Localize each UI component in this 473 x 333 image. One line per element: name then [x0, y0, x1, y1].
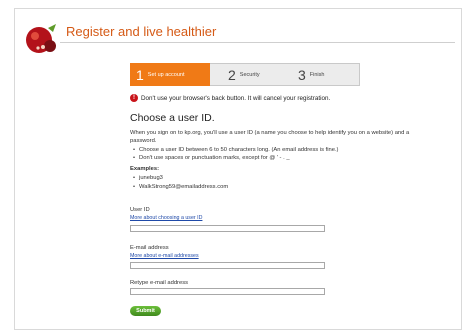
- rule-text: Don't use spaces or punctuation marks, e…: [139, 155, 290, 161]
- step-label: Set up account: [147, 71, 185, 78]
- intro-text: When you sign on to kp.org, you'll use a…: [130, 130, 410, 144]
- example-item: • junebug3: [133, 175, 163, 181]
- rule-item: • Choose a user ID between 6 to 50 charac…: [133, 147, 339, 153]
- page-title: Register and live healthier: [66, 24, 217, 39]
- title-divider: [60, 42, 455, 43]
- step-number: 1: [136, 66, 144, 83]
- step-security: 2 Security: [210, 63, 290, 86]
- example-text: WalkStrong59@emailaddress.com: [139, 184, 229, 190]
- userid-label: User ID: [130, 207, 150, 213]
- examples-label: Examples:: [130, 166, 159, 172]
- step-label: Finish: [309, 71, 325, 78]
- retype-email-input[interactable]: [130, 288, 325, 295]
- userid-help-link[interactable]: More about choosing a user ID: [130, 215, 202, 221]
- example-text: junebug3: [139, 175, 163, 181]
- step-number: 2: [228, 66, 236, 83]
- retype-email-label: Retype e-mail address: [130, 280, 188, 286]
- step-number: 3: [298, 66, 306, 83]
- email-label: E-mail address: [130, 245, 169, 251]
- userid-input[interactable]: [130, 225, 325, 232]
- pomegranate-logo-icon: [26, 24, 56, 53]
- page-frame: [14, 8, 462, 330]
- example-item: • WalkStrong59@emailaddress.com: [133, 184, 229, 190]
- warning-icon: !: [130, 94, 138, 102]
- section-heading: Choose a user ID.: [130, 112, 215, 124]
- email-help-link[interactable]: More about e-mail addresses: [130, 253, 199, 259]
- rule-text: Choose a user ID between 6 to 50 charact…: [139, 147, 339, 153]
- warning-text: Don't use your browser's back button. It…: [141, 94, 331, 102]
- rule-item: • Don't use spaces or punctuation marks, …: [133, 155, 290, 161]
- email-input[interactable]: [130, 262, 325, 269]
- step-setup-account: 1 Set up account: [130, 63, 220, 86]
- warning-message: ! Don't use your browser's back button. …: [130, 94, 330, 102]
- progress-steps: 1 Set up account 2 Security 3 Finish: [130, 63, 360, 86]
- step-finish: 3 Finish: [280, 63, 360, 86]
- step-label: Security: [239, 71, 260, 78]
- submit-button[interactable]: Submit: [130, 306, 161, 316]
